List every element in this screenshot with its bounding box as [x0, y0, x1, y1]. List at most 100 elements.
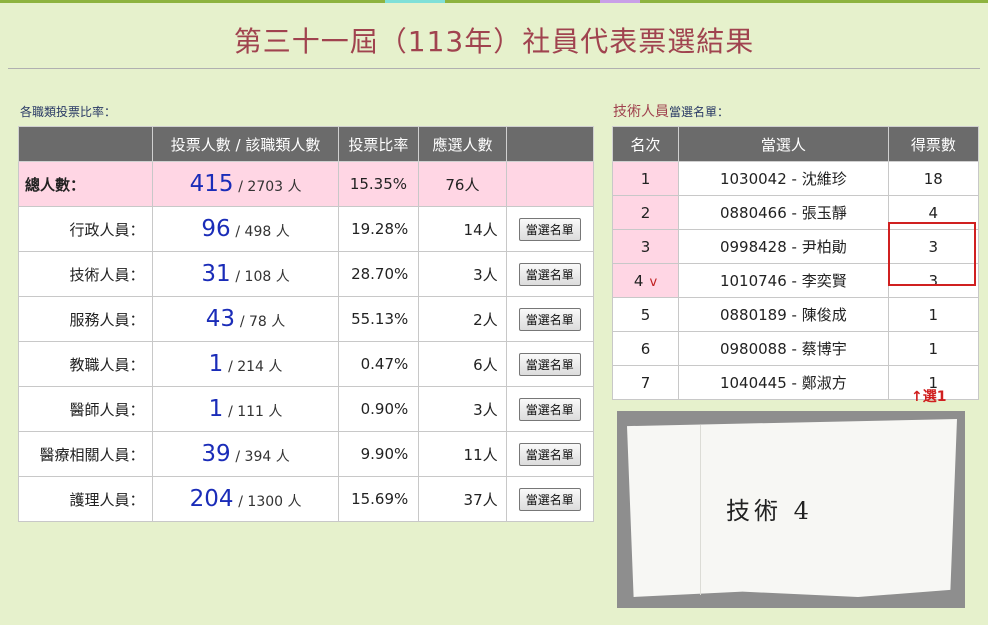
vote-rate-table: 投票人數 / 該職類人數 投票比率 應選人數 總人數： 415 / 2703 人… — [17, 126, 595, 522]
total-count: 415 / 2703 人 — [152, 161, 339, 207]
page-title: 第三十一屆（113年）社員代表票選結果 — [233, 25, 755, 58]
table-row: 教職人員： 1 / 214 人 0.47% 6人 當選名單 — [17, 341, 595, 387]
voted-count: 1 — [208, 396, 224, 422]
button-cell: 當選名單 — [505, 296, 595, 342]
category-label: 護理人員： — [17, 476, 154, 522]
category-label: 技術人員： — [17, 251, 154, 297]
top-marker — [385, 0, 445, 3]
header-cell: 得票數 — [887, 126, 980, 162]
rank-cell: 2 — [611, 195, 680, 230]
vote-count: 1 / 214 人 — [152, 341, 339, 387]
vote-count: 96 / 498 人 — [152, 206, 339, 252]
tie-highlight-box — [888, 222, 976, 286]
category-label: 醫師人員： — [17, 386, 154, 432]
winner-name: 1030042 - 沈維珍 — [678, 161, 889, 196]
title-divider — [8, 68, 980, 69]
quota: 3人 — [418, 386, 507, 432]
vote-rate: 15.69% — [337, 476, 420, 522]
header-cell: 投票比率 — [337, 126, 420, 162]
population-count: / 78 人 — [239, 314, 286, 330]
voted-count: 39 — [201, 441, 231, 467]
winner-list-button[interactable]: 當選名單 — [518, 217, 581, 241]
vote-count: 39 / 394 人 — [152, 431, 339, 477]
total-rate: 15.35% — [337, 161, 420, 207]
voted-count: 96 — [201, 216, 231, 242]
quota: 2人 — [418, 296, 507, 342]
table-row: 服務人員： 43 / 78 人 55.13% 2人 當選名單 — [17, 296, 595, 342]
total-label: 總人數： — [17, 161, 154, 207]
button-cell: 當選名單 — [505, 386, 595, 432]
table-row: 技術人員： 31 / 108 人 28.70% 3人 當選名單 — [17, 251, 595, 297]
category-label: 行政人員： — [17, 206, 154, 252]
button-cell: 當選名單 — [505, 251, 595, 297]
header-cell — [17, 126, 154, 162]
population-count: / 108 人 — [235, 269, 290, 285]
vote-rate: 0.47% — [337, 341, 420, 387]
vote-count: 1 / 111 人 — [152, 386, 339, 432]
winner-votes: 1 — [887, 331, 980, 366]
winner-list-button[interactable]: 當選名單 — [518, 352, 581, 376]
header-cell — [505, 126, 595, 162]
rank-cell: 1 — [611, 161, 680, 196]
table-row: 護理人員： 204 / 1300 人 15.69% 37人 當選名單 — [17, 476, 595, 522]
voted-count: 31 — [201, 261, 231, 287]
category-label: 醫療相關人員： — [17, 431, 154, 477]
vote-rate: 19.28% — [337, 206, 420, 252]
winner-row: 1 1030042 - 沈維珍 18 — [611, 161, 980, 196]
winner-row: 5 0880189 - 陳俊成 1 — [611, 297, 980, 332]
top-accent-bar — [0, 0, 988, 3]
winner-list-button[interactable]: 當選名單 — [518, 262, 581, 286]
vote-rate: 9.90% — [337, 431, 420, 477]
population-count: / 498 人 — [235, 224, 290, 240]
vote-count: 31 / 108 人 — [152, 251, 339, 297]
winner-list-button[interactable]: 當選名單 — [518, 487, 581, 511]
voted-count: 204 — [189, 486, 234, 512]
button-cell: 當選名單 — [505, 341, 595, 387]
rank-cell: 3 — [611, 229, 680, 264]
header-cell: 當選人 — [678, 126, 889, 162]
handwritten-ballot-text: 技術 4 — [726, 497, 813, 525]
winner-name: 1010746 - 李奕賢 — [678, 263, 889, 298]
winners-table-header: 名次 當選人 得票數 — [611, 126, 980, 162]
total-quota: 76人 — [418, 161, 507, 207]
paper-fold-line — [700, 425, 701, 595]
voted-count: 1 — [208, 351, 224, 377]
population-count: / 1300 人 — [238, 494, 302, 510]
vote-count: 43 / 78 人 — [152, 296, 339, 342]
total-row: 總人數： 415 / 2703 人 15.35% 76人 — [17, 161, 595, 207]
vote-rate: 28.70% — [337, 251, 420, 297]
quota: 3人 — [418, 251, 507, 297]
header-cell: 投票人數 / 該職類人數 — [152, 126, 339, 162]
population-count: / 394 人 — [235, 449, 290, 465]
check-mark-icon: v — [649, 274, 658, 290]
top-marker — [600, 0, 640, 3]
winner-name: 0880466 - 張玉靜 — [678, 195, 889, 230]
quota: 6人 — [418, 341, 507, 387]
rank-cell: 6 — [611, 331, 680, 366]
winner-votes: 18 — [887, 161, 980, 196]
winner-name: 1040445 - 鄭淑方 — [678, 365, 889, 400]
vote-table-header: 投票人數 / 該職類人數 投票比率 應選人數 — [17, 126, 595, 162]
button-cell: 當選名單 — [505, 431, 595, 477]
winners-category: 技術人員 — [613, 104, 669, 120]
vote-rate: 55.13% — [337, 296, 420, 342]
vote-rate: 0.90% — [337, 386, 420, 432]
voted-count: 415 — [189, 171, 234, 197]
voted-count: 43 — [205, 306, 236, 332]
winners-label-suffix: 當選名單： — [669, 105, 730, 119]
category-label: 教職人員： — [17, 341, 154, 387]
votes-section-label: 各職類投票比率： — [20, 105, 117, 119]
winner-list-button[interactable]: 當選名單 — [518, 307, 581, 331]
empty-cell — [505, 161, 595, 207]
rank-cell: 5 — [611, 297, 680, 332]
winner-list-button[interactable]: 當選名單 — [518, 442, 581, 466]
winner-row: 6 0980088 - 蔡博宇 1 — [611, 331, 980, 366]
winner-name: 0880189 - 陳俊成 — [678, 297, 889, 332]
winners-section-label: 技術人員當選名單： — [613, 101, 729, 121]
winner-name: 0998428 - 尹柏勛 — [678, 229, 889, 264]
winner-list-button[interactable]: 當選名單 — [518, 397, 581, 421]
button-cell: 當選名單 — [505, 206, 595, 252]
header-cell: 應選人數 — [418, 126, 507, 162]
table-row: 醫師人員： 1 / 111 人 0.90% 3人 當選名單 — [17, 386, 595, 432]
rank-number: 4 — [633, 271, 644, 290]
